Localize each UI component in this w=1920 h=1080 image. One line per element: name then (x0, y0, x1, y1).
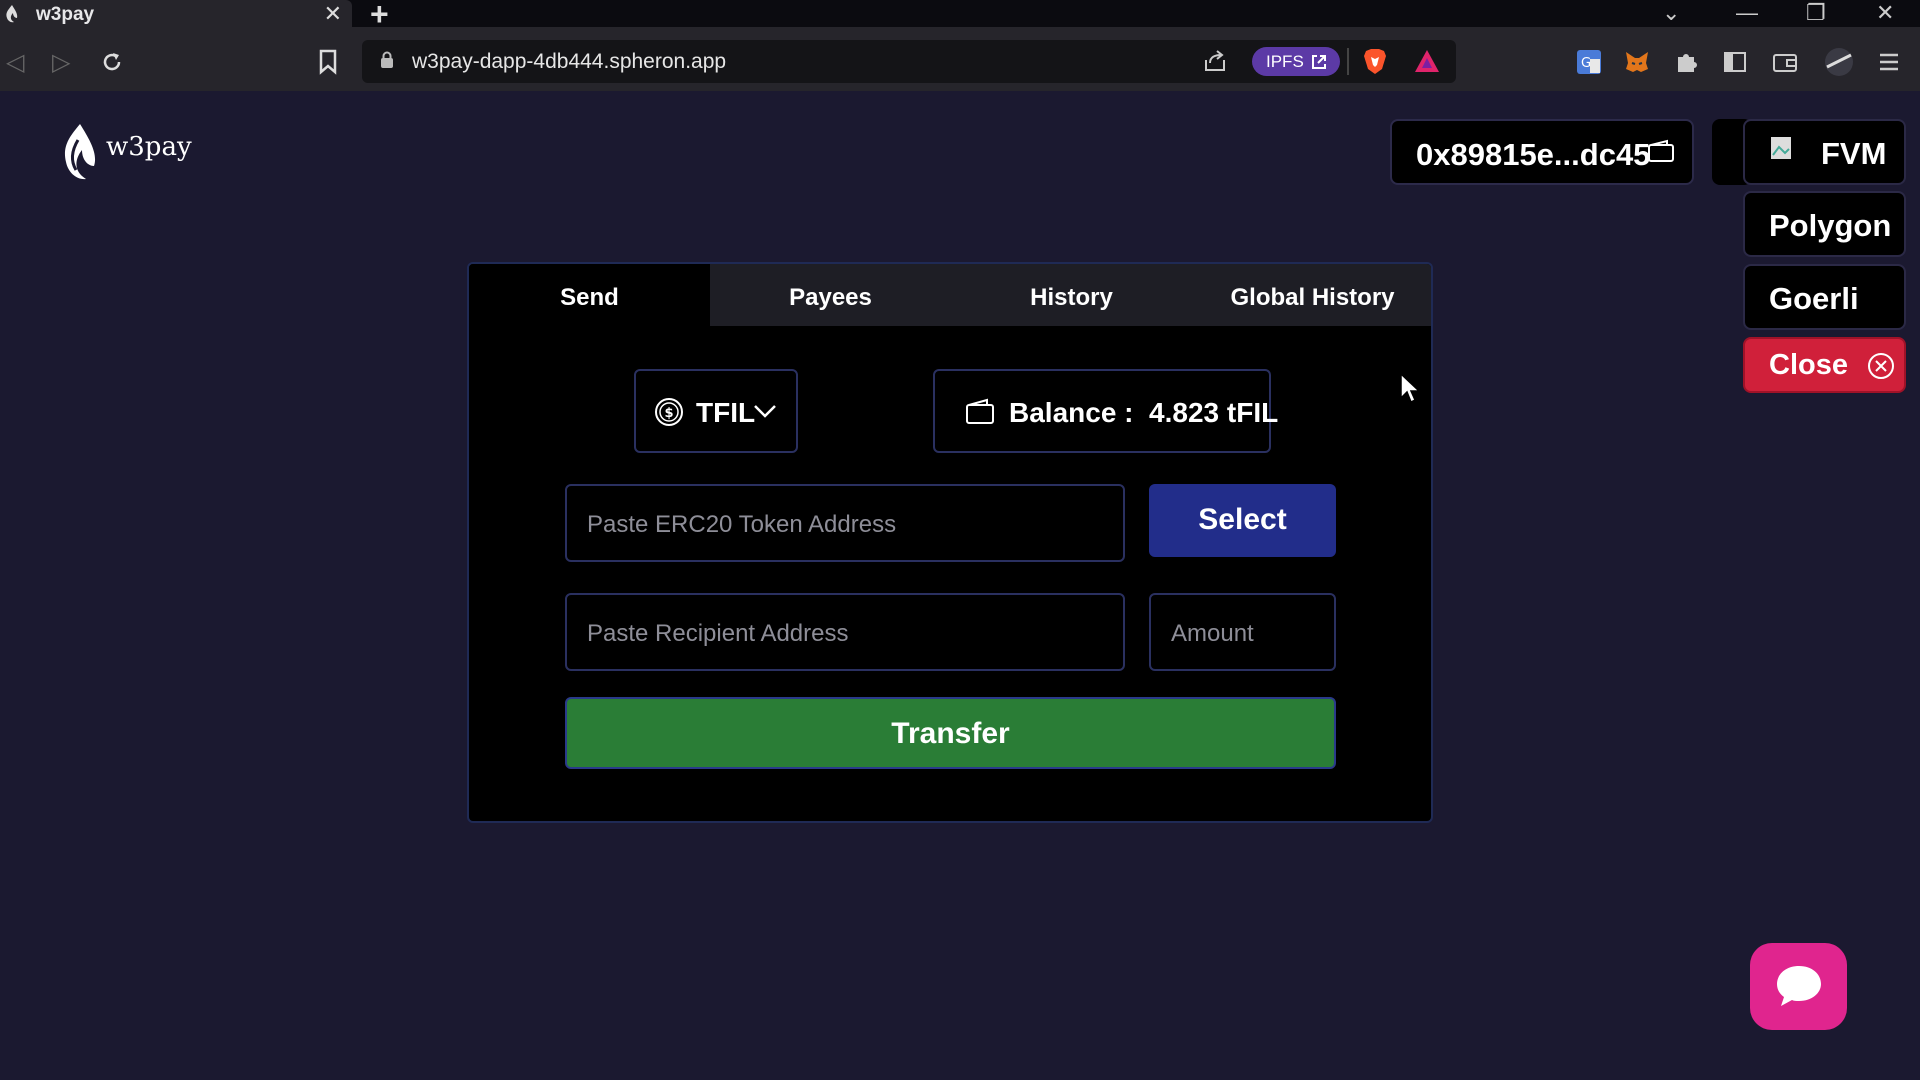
select-token-button[interactable]: Select (1149, 484, 1336, 557)
window-close-button[interactable]: ✕ (1876, 0, 1894, 26)
recipient-address-input[interactable]: Paste Recipient Address (565, 593, 1125, 671)
tab-close-icon[interactable]: ✕ (324, 1, 342, 27)
share-icon[interactable] (1202, 48, 1228, 74)
network-goerli-label: Goerli (1769, 281, 1859, 316)
browser-tab[interactable]: w3pay ✕ (0, 0, 352, 27)
svg-text:$: $ (665, 406, 674, 421)
address-bar[interactable]: w3pay-dapp-4db444.spheron.app IPFS (362, 40, 1456, 83)
flame-logo-icon (64, 124, 96, 180)
tab-global-history[interactable]: Global History (1192, 264, 1431, 326)
token-label: TFIL (696, 397, 756, 428)
profile-avatar-icon[interactable] (1824, 47, 1854, 77)
network-polygon-label: Polygon (1769, 208, 1892, 243)
amount-input[interactable]: Amount (1149, 593, 1336, 671)
wallet-address-button[interactable]: 0x89815e...dc45 (1390, 119, 1694, 185)
sidebar-icon[interactable] (1722, 49, 1748, 75)
token-address-placeholder: Paste ERC20 Token Address (587, 511, 897, 538)
menu-icon[interactable] (1876, 49, 1902, 75)
network-fvm-label: FVM (1821, 136, 1887, 171)
wallet-icon (1648, 139, 1674, 162)
bookmark-icon[interactable] (318, 49, 338, 75)
translate-icon[interactable]: G (1576, 49, 1602, 75)
w3pay-favicon-icon (6, 5, 18, 23)
url-text: w3pay-dapp-4db444.spheron.app (412, 50, 727, 73)
minimize-button[interactable]: — (1736, 0, 1758, 26)
tab-history[interactable]: History (951, 264, 1192, 326)
token-dropdown[interactable]: $ TFIL (634, 369, 798, 453)
forward-button[interactable]: ▷ (52, 48, 70, 77)
ipfs-label: IPFS (1266, 52, 1304, 71)
mouse-cursor-icon (1400, 372, 1421, 404)
bat-rewards-icon[interactable] (1414, 49, 1440, 73)
chat-icon (1777, 966, 1821, 1006)
dollar-icon: $ (655, 398, 683, 426)
network-fvm-button[interactable]: FVM (1743, 119, 1906, 185)
metamask-icon[interactable] (1624, 49, 1650, 75)
extensions-puzzle-icon[interactable] (1674, 49, 1700, 75)
wallet-icon (966, 398, 994, 424)
chat-button[interactable] (1750, 943, 1847, 1030)
chevron-down-icon (754, 405, 776, 418)
balance-display: Balance : 4.823 tFIL (933, 369, 1278, 453)
network-goerli-button[interactable]: Goerli (1743, 264, 1906, 330)
browser-tabstrip: w3pay ✕ + ⌄ — ❐ ✕ (0, 0, 1920, 32)
brave-shield-icon[interactable] (1362, 47, 1388, 75)
reload-icon[interactable] (100, 50, 124, 74)
svg-text:G: G (1581, 56, 1591, 71)
recipient-placeholder: Paste Recipient Address (587, 620, 849, 647)
send-card: Send Payees History Global History $ TFI… (467, 262, 1433, 823)
amount-placeholder: Amount (1171, 620, 1254, 647)
back-button[interactable]: ◁ (6, 48, 24, 77)
wallet-toolbar-icon[interactable] (1772, 49, 1798, 75)
close-networks-button[interactable]: Close (1743, 337, 1906, 393)
lock-icon (381, 51, 393, 68)
network-polygon-button[interactable]: Polygon (1743, 191, 1906, 257)
tab-list-chevron-icon[interactable]: ⌄ (1662, 0, 1680, 26)
transfer-button[interactable]: Transfer (565, 697, 1336, 769)
ipfs-button[interactable]: IPFS (1252, 47, 1340, 76)
close-circle-icon (1868, 353, 1894, 379)
close-label: Close (1769, 349, 1848, 381)
logo-text: w3pay (106, 132, 192, 162)
tab-title: w3pay (36, 4, 95, 25)
token-address-input[interactable]: Paste ERC20 Token Address (565, 484, 1125, 562)
balance-text: Balance : 4.823 tFIL (1009, 397, 1279, 428)
card-tabs: Send Payees History Global History (469, 264, 1431, 326)
tab-payees[interactable]: Payees (710, 264, 951, 326)
wallet-address: 0x89815e...dc45 (1416, 137, 1651, 172)
divider (1347, 48, 1349, 75)
broken-image-icon (1771, 137, 1791, 159)
tab-send[interactable]: Send (469, 264, 710, 326)
restore-button[interactable]: ❐ (1806, 0, 1826, 26)
external-link-icon (1312, 55, 1326, 69)
